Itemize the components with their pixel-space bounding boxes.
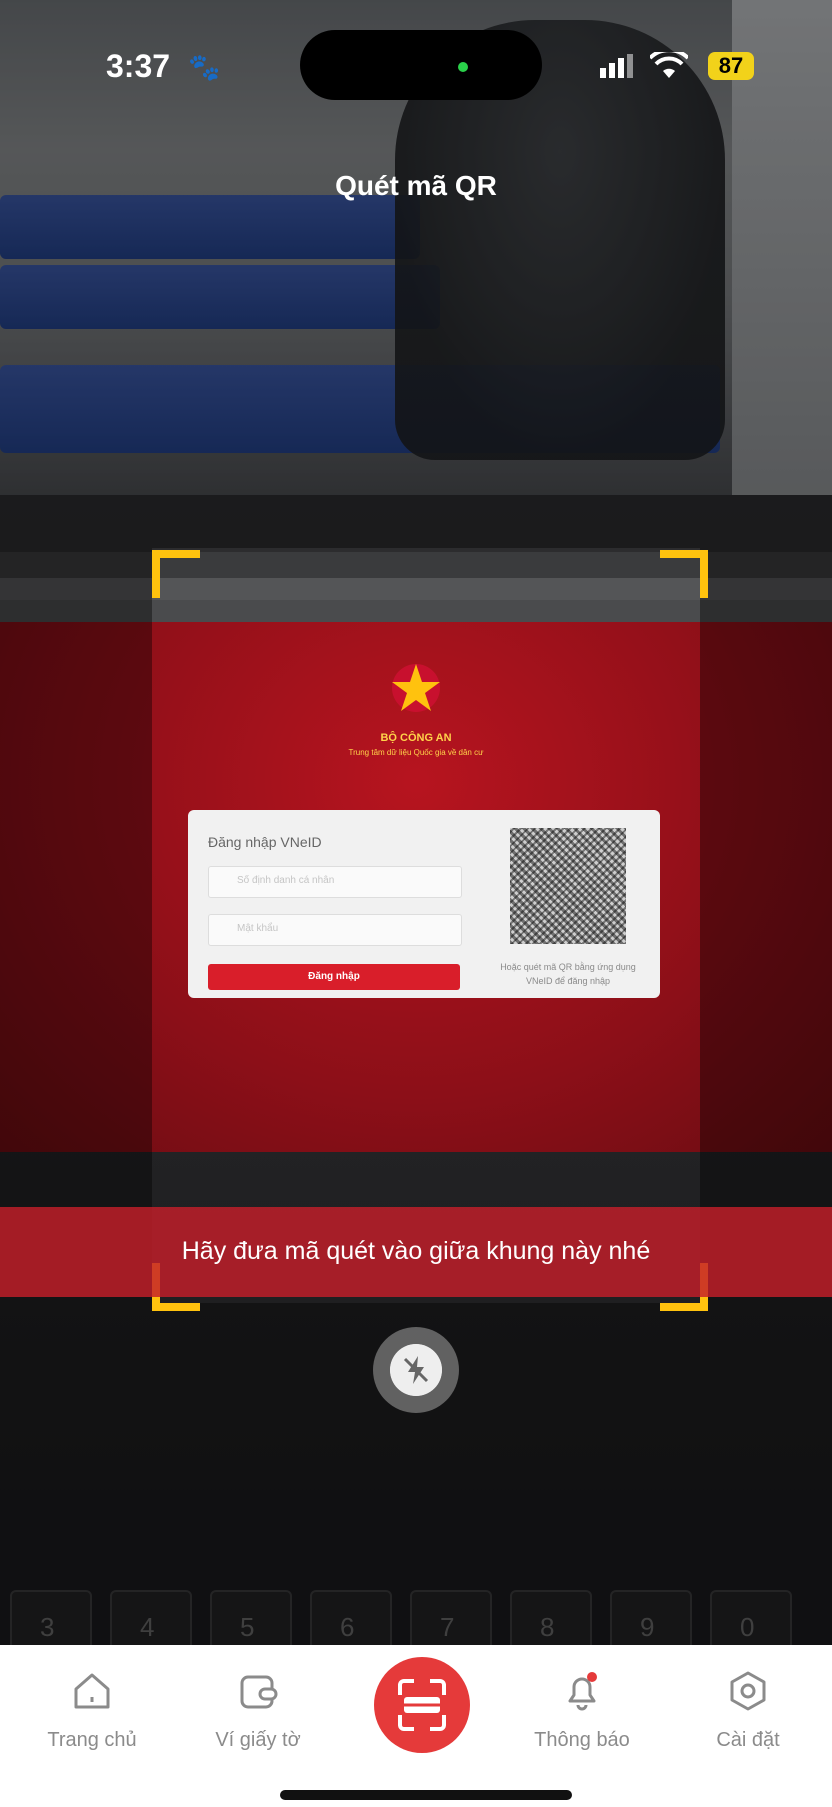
- login-button: Đăng nhập: [208, 964, 460, 990]
- scan-mask: [0, 548, 152, 1303]
- tab-label: Thông báo: [534, 1729, 630, 1751]
- hint-banner: Hãy đưa mã quét vào giữa khung này nhé: [0, 1207, 832, 1297]
- id-field: Số định danh cá nhân: [208, 866, 462, 898]
- login-card: Đăng nhập VNeID Số định danh cá nhân Mật…: [188, 810, 660, 998]
- wifi-icon: [650, 52, 688, 78]
- battery-indicator: 87: [708, 52, 754, 80]
- paw-icon: 🐾: [188, 52, 221, 82]
- home-indicator: [280, 1790, 572, 1800]
- camera-indicator-icon: [458, 62, 468, 72]
- qr-code: [510, 828, 626, 944]
- bottom-navigation: Trang chủ Ví giấy tờ Thông báo Cài đặt: [0, 1645, 832, 1807]
- scan-frame-corner: [152, 550, 200, 598]
- flash-off-icon: [390, 1344, 442, 1396]
- page-title: Quét mã QR: [335, 170, 497, 201]
- password-placeholder: Mật khẩu: [237, 923, 279, 934]
- signal-icon: [600, 54, 633, 78]
- id-placeholder: Số định danh cá nhân: [237, 875, 335, 886]
- scan-mask: [700, 548, 832, 1303]
- wallet-icon: [240, 1675, 278, 1709]
- scan-icon: [396, 1679, 448, 1731]
- tab-label: Ví giấy tờ: [215, 1729, 301, 1751]
- tab-wallet[interactable]: Ví giấy tờ: [178, 1645, 338, 1765]
- status-time: 3:37: [106, 48, 171, 84]
- tab-notifications[interactable]: Thông báo: [502, 1645, 662, 1765]
- bell-icon: [568, 1672, 597, 1711]
- settings-icon: [730, 1671, 766, 1711]
- tab-settings[interactable]: Cài đặt: [668, 1645, 828, 1765]
- login-title: Đăng nhập VNeID: [208, 834, 322, 850]
- hint-text: Hãy đưa mã quét vào giữa khung này nhé: [181, 1237, 651, 1265]
- password-field: Mật khẩu: [208, 914, 462, 946]
- qr-note: Hoặc quét mã QR bằng ứng dụng VNeID để đ…: [500, 962, 636, 986]
- scan-frame-corner: [660, 550, 708, 598]
- tab-home[interactable]: Trang chủ: [12, 1645, 172, 1765]
- emblem-icon: [392, 664, 440, 712]
- tab-label: Trang chủ: [47, 1729, 137, 1751]
- scan-qr-button[interactable]: [374, 1657, 470, 1753]
- home-icon: [74, 1673, 110, 1709]
- dynamic-island: [300, 30, 542, 100]
- tab-label: Cài đặt: [716, 1729, 780, 1751]
- flash-toggle-button[interactable]: [373, 1327, 459, 1413]
